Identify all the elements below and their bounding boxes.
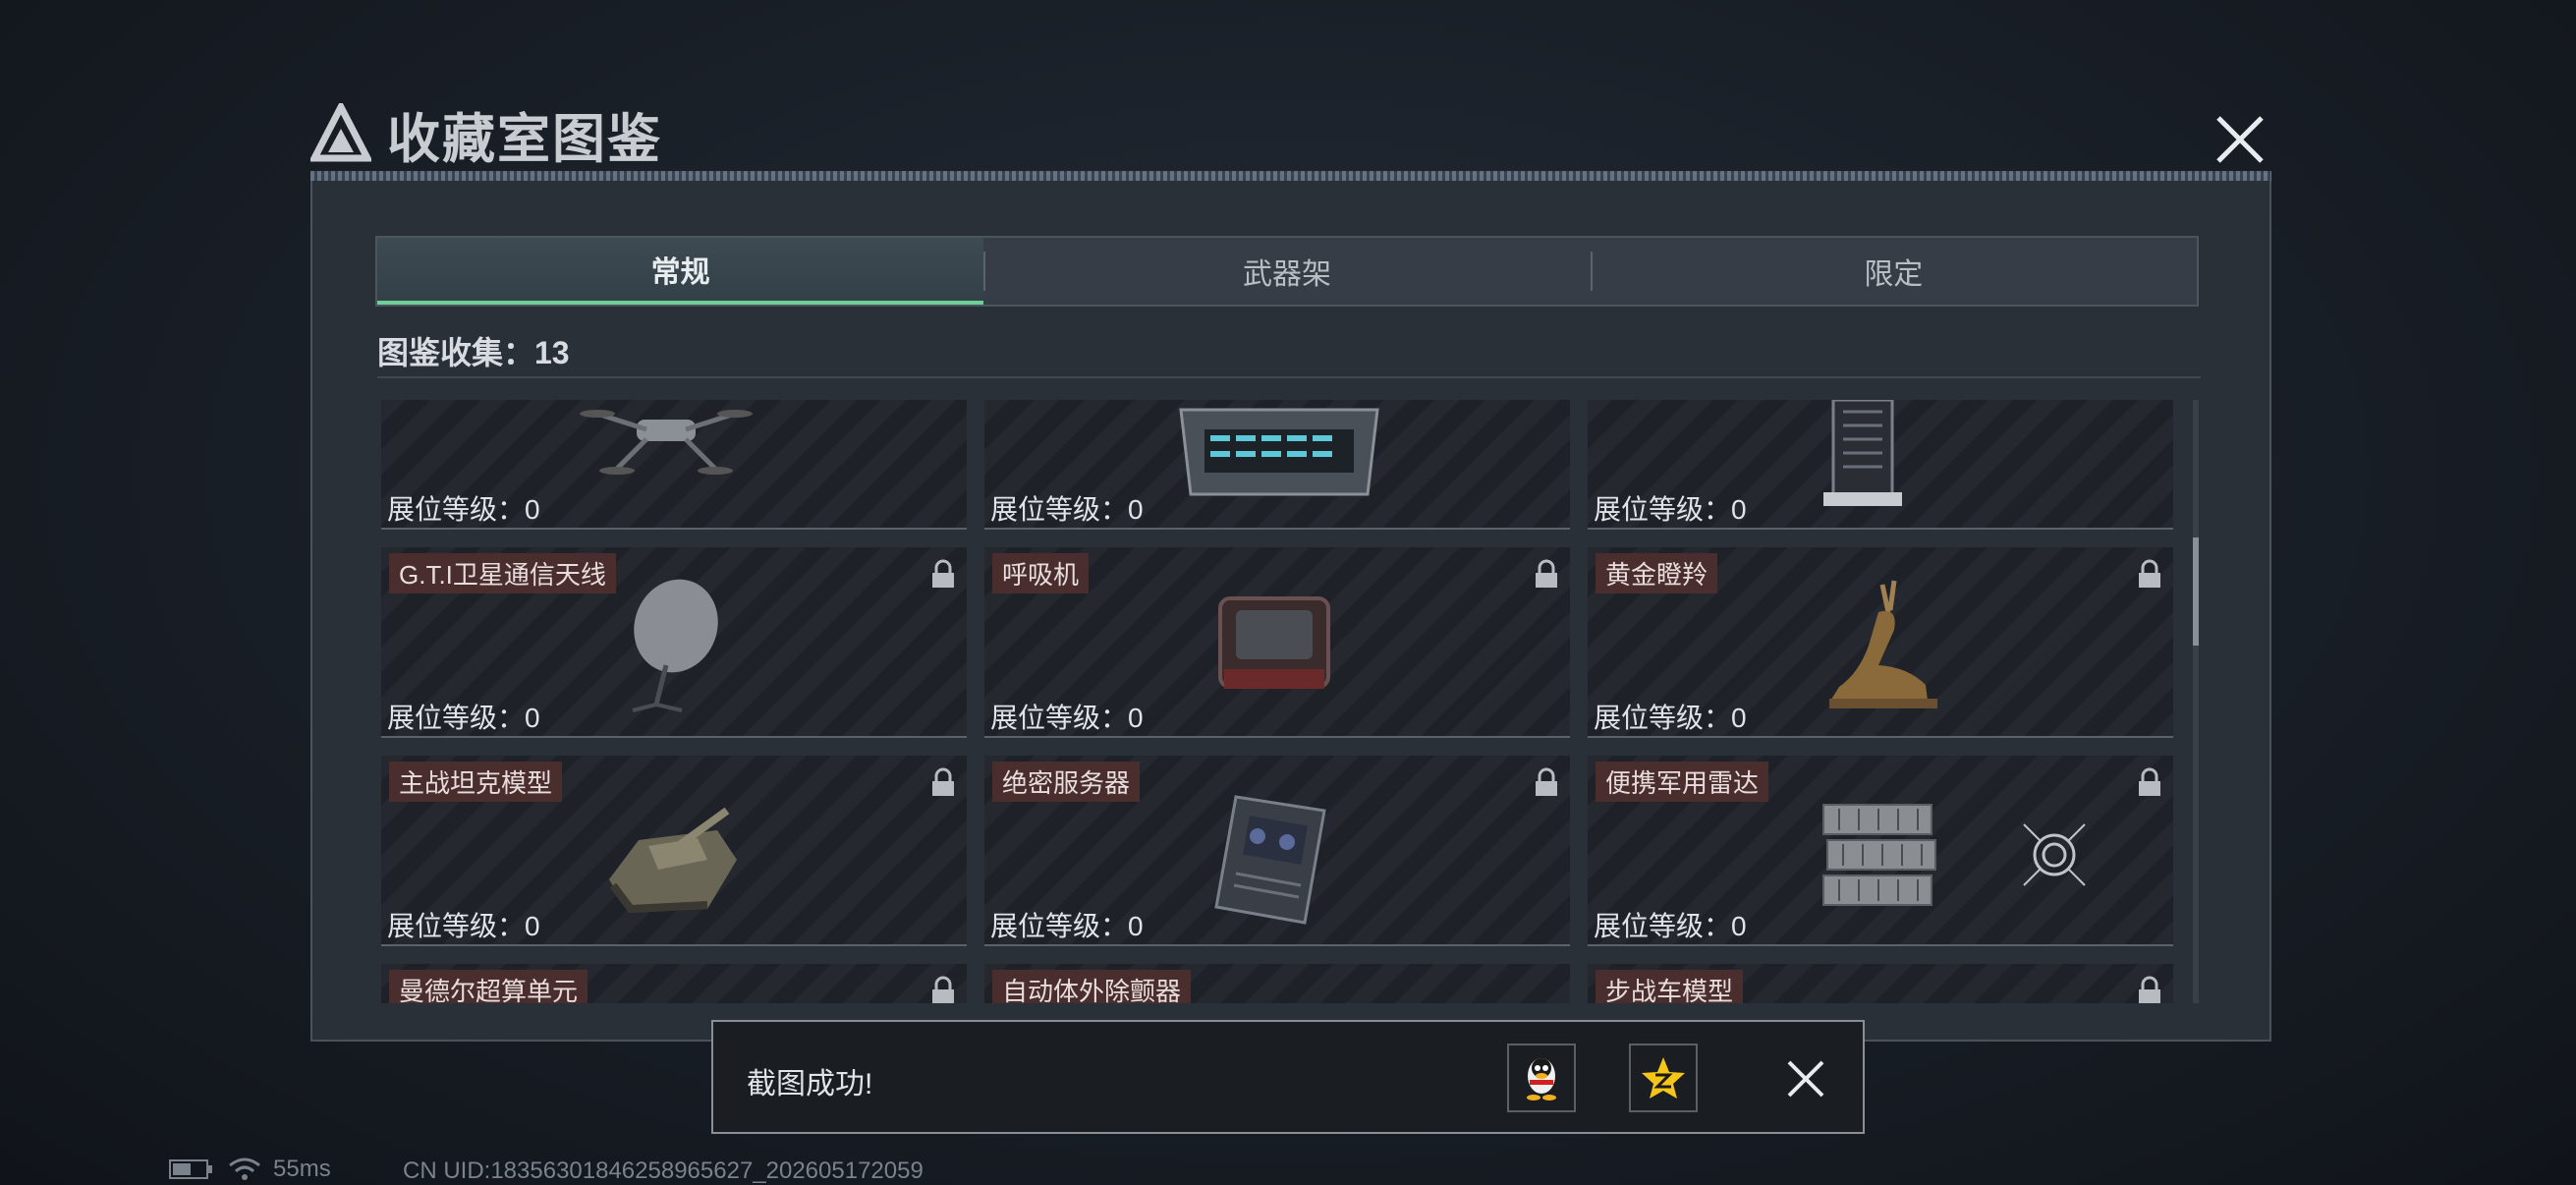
secret-server-icon bbox=[1214, 795, 1326, 925]
qq-penguin-icon bbox=[1527, 1058, 1556, 1100]
item-card[interactable]: 绝密服务器 展位等级：0 bbox=[984, 756, 1570, 946]
lock-icon bbox=[1536, 767, 1557, 796]
status-bar: 55ms bbox=[169, 1156, 331, 1183]
tank-model-icon bbox=[609, 807, 737, 914]
item-card[interactable]: G.T.I卫星通信天线 展位等级：0 bbox=[381, 547, 967, 738]
tab-label: 武器架 bbox=[1242, 258, 1331, 291]
ping-value: 55ms bbox=[273, 1156, 331, 1182]
tab-label: 常规 bbox=[650, 256, 710, 289]
tab-label: 限定 bbox=[1864, 258, 1924, 291]
toast-message: 截图成功! bbox=[747, 1068, 873, 1100]
lock-icon bbox=[932, 559, 954, 588]
booth-level: 展位等级：0 bbox=[990, 494, 1144, 525]
target-reticle-icon bbox=[2023, 823, 2086, 886]
share-qq-button[interactable] bbox=[1507, 1044, 1576, 1112]
page-header: 收藏室图鉴 bbox=[310, 94, 662, 173]
item-name: 便携军用雷达 bbox=[1596, 762, 1769, 802]
close-icon bbox=[2216, 116, 2264, 163]
booth-level: 展位等级：0 bbox=[1594, 911, 1747, 941]
page-title: 收藏室图鉴 bbox=[387, 109, 662, 169]
item-name: 步战车模型 bbox=[1596, 970, 1744, 1003]
item-card[interactable]: 主战坦克模型 展位等级：0 bbox=[381, 756, 967, 946]
lock-icon bbox=[2139, 559, 2160, 588]
item-name: 呼吸机 bbox=[992, 553, 1090, 593]
item-name: 绝密服务器 bbox=[992, 762, 1141, 802]
booth-level: 展位等级：0 bbox=[387, 494, 540, 525]
satellite-dish-icon bbox=[632, 579, 718, 712]
lock-icon bbox=[2139, 767, 2160, 796]
item-card[interactable]: 展位等级：0 bbox=[381, 400, 967, 530]
wifi-icon bbox=[229, 1157, 260, 1180]
item-card[interactable]: 黄金瞪羚 展位等级：0 bbox=[1588, 547, 2173, 738]
item-name: 黄金瞪羚 bbox=[1596, 553, 1718, 593]
close-button[interactable] bbox=[2199, 98, 2281, 181]
golden-gazelle-icon bbox=[1829, 580, 1937, 708]
booth-level: 展位等级：0 bbox=[1594, 494, 1747, 525]
booth-level: 展位等级：0 bbox=[387, 911, 540, 941]
tab-limited[interactable]: 限定 bbox=[1590, 238, 2197, 305]
booth-level: 展位等级：0 bbox=[387, 703, 540, 733]
item-name: 自动体外除颤器 bbox=[992, 970, 1192, 1003]
item-grid: 展位等级：0 展位等级：0 展位等级：0 G.T.I卫星通信天线 展位等级：0 bbox=[377, 400, 2175, 1003]
item-card[interactable]: 步战车模型 bbox=[1588, 964, 2173, 1003]
item-name: 主战坦克模型 bbox=[389, 762, 563, 802]
item-name: G.T.I卫星通信天线 bbox=[389, 553, 616, 593]
item-card[interactable]: 曼德尔超算单元 bbox=[381, 964, 967, 1003]
drone-icon bbox=[580, 410, 753, 475]
ventilator-icon bbox=[1218, 596, 1330, 689]
toast-close-button[interactable] bbox=[1778, 1051, 1833, 1106]
collection-count: 图鉴收集：13 bbox=[377, 335, 570, 370]
close-icon bbox=[1787, 1060, 1824, 1098]
item-name: 曼德尔超算单元 bbox=[389, 970, 588, 1003]
battery-icon bbox=[169, 1159, 212, 1179]
item-card[interactable]: 自动体外除颤器 bbox=[984, 964, 1570, 1003]
item-card[interactable]: 呼吸机 展位等级：0 bbox=[984, 547, 1570, 738]
tab-regular[interactable]: 常规 bbox=[377, 238, 984, 305]
panel-top-decoration bbox=[310, 171, 2271, 181]
portable-radar-icon bbox=[1822, 804, 1936, 906]
grid-scrollbar[interactable] bbox=[2193, 400, 2199, 1003]
lock-icon bbox=[932, 976, 954, 1003]
booth-level: 展位等级：0 bbox=[1594, 703, 1747, 733]
lock-icon bbox=[932, 767, 954, 796]
lock-icon bbox=[1536, 559, 1557, 588]
category-tabs: 常规 武器架 限定 bbox=[375, 236, 2199, 307]
share-qzone-button[interactable] bbox=[1629, 1044, 1698, 1112]
divider bbox=[377, 376, 2201, 378]
item-card[interactable]: 便携军用雷达 展位等级：0 bbox=[1588, 756, 2173, 946]
server-tower-icon bbox=[1823, 400, 1902, 506]
booth-level: 展位等级：0 bbox=[990, 911, 1144, 941]
tab-weapon-rack[interactable]: 武器架 bbox=[983, 238, 1590, 305]
player-uid: CN UID:18356301846258965627_202605172059 bbox=[403, 1157, 924, 1184]
item-card[interactable]: 展位等级：0 bbox=[984, 400, 1570, 530]
qzone-star-icon bbox=[1642, 1057, 1685, 1099]
screenshot-toast: 截图成功! bbox=[711, 1020, 1865, 1134]
item-card[interactable]: 展位等级：0 bbox=[1588, 400, 2173, 530]
museum-logo-icon bbox=[310, 103, 371, 162]
lock-icon bbox=[2139, 976, 2160, 1003]
server-box-icon bbox=[1179, 408, 1379, 496]
scroll-thumb[interactable] bbox=[2193, 537, 2199, 646]
booth-level: 展位等级：0 bbox=[990, 703, 1144, 733]
